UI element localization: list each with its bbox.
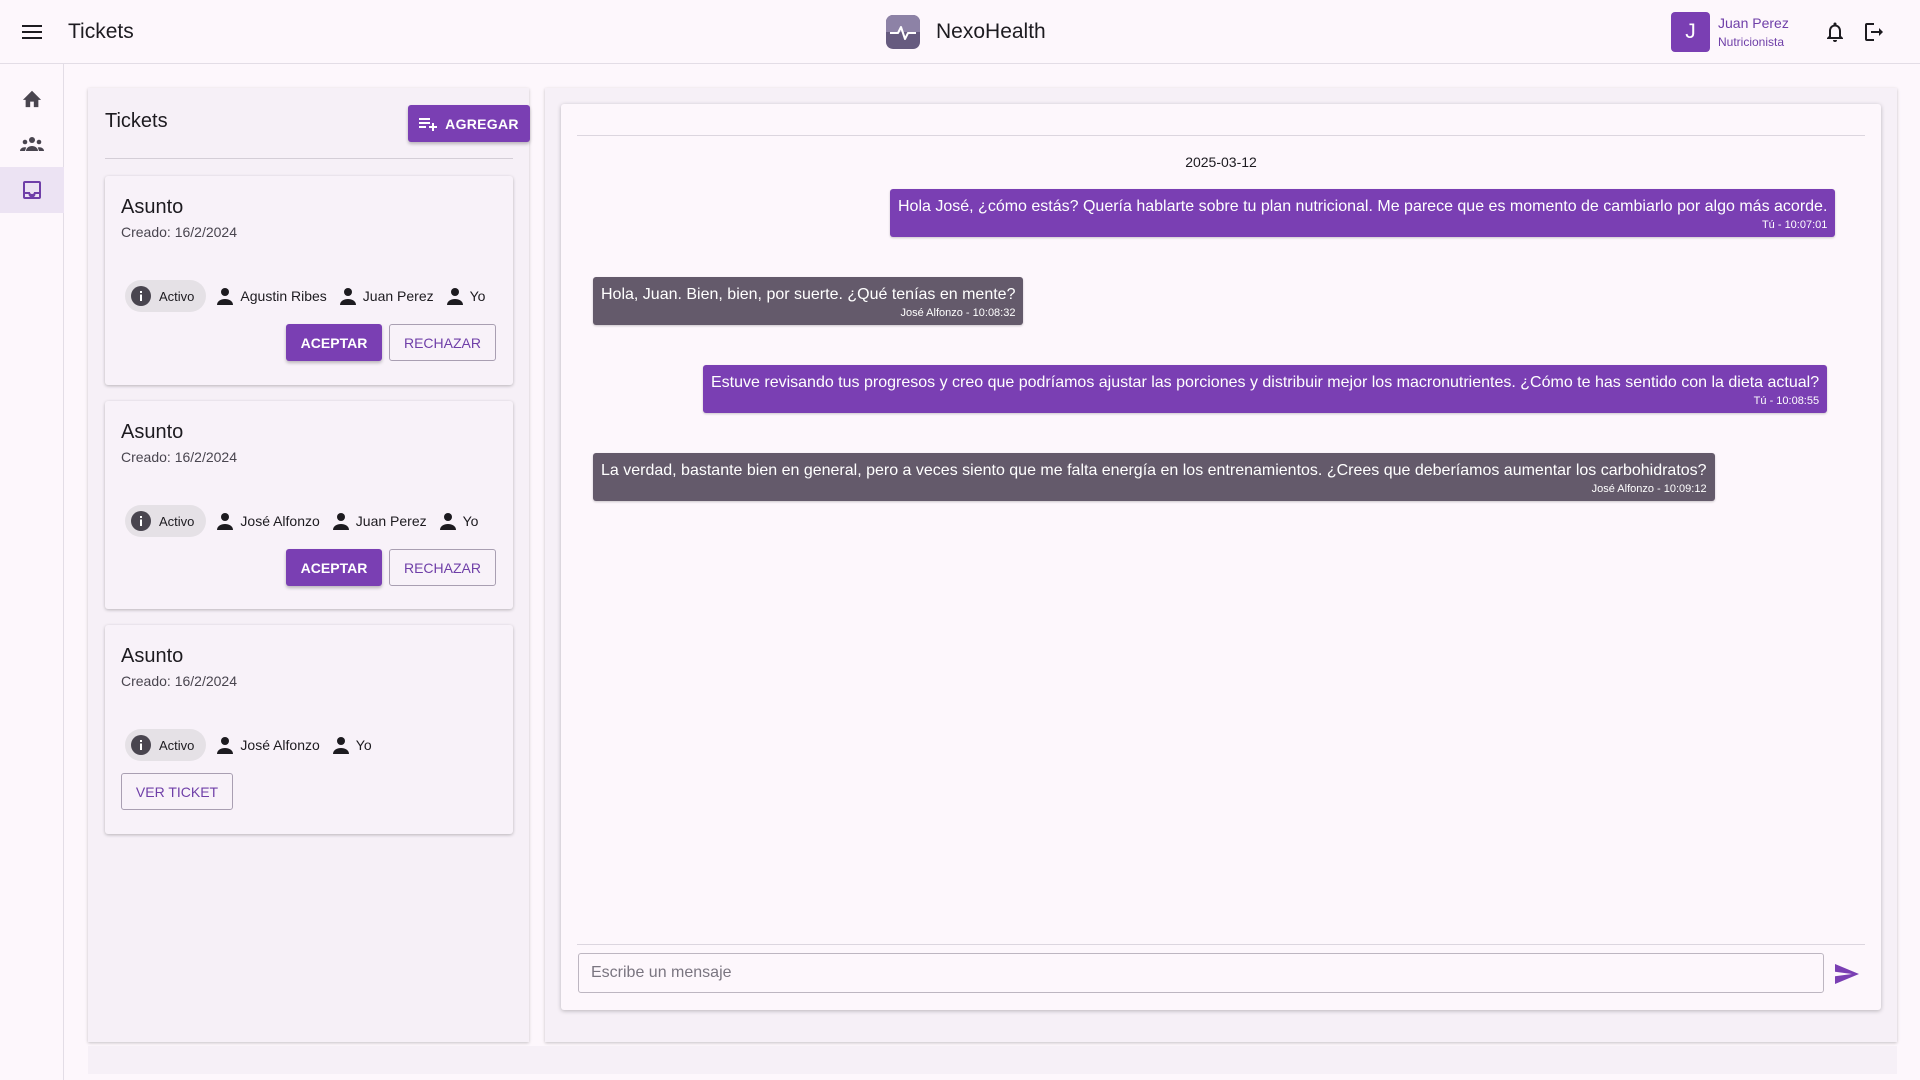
participant: Juan Perez [332,512,427,530]
ticket-created-date: Creado: 16/2/2024 [121,224,237,240]
add-ticket-label: AGREGAR [445,115,519,132]
tickets-title: Tickets [105,110,168,132]
ticket-card[interactable]: Asunto Creado: 16/2/2024 Activo Agustin … [105,176,513,385]
ticket-subject: Asunto [121,645,184,667]
status-label: Activo [159,737,195,753]
participant-name: José Alfonzo [240,513,320,529]
status-chip: Activo [125,505,207,537]
ticket-created-date: Creado: 16/2/2024 [121,673,237,689]
person-icon [439,513,456,530]
reject-button[interactable]: RECHAZAR [389,324,496,361]
group-icon [20,137,44,151]
menu-icon[interactable] [18,18,46,46]
participant-name: José Alfonzo [240,737,320,753]
user-name: Juan Perez [1718,15,1789,31]
user-role: Nutricionista [1718,35,1785,49]
participant: Yo [439,512,479,530]
top-app-bar: Tickets NexoHealth J Juan Perez Nutricio… [0,0,1920,64]
bell-icon[interactable] [1823,20,1847,44]
ticket-card[interactable]: Asunto Creado: 16/2/2024 Activo José Alf… [105,625,513,834]
message-text: Hola, Juan. Bien, bien, por suerte. ¿Qué… [601,286,1016,303]
page-title: Tickets [68,20,134,43]
brand-logo-icon [886,15,920,49]
participant-name: Juan Perez [362,288,434,304]
person-icon [332,513,349,530]
logout-icon[interactable] [1862,20,1886,44]
ticket-meta: Activo José Alfonzo Juan Perez Yo [125,505,490,537]
status-label: Activo [159,288,195,304]
status-chip: Activo [125,729,207,761]
tickets-header: Tickets AGREGAR [105,105,530,159]
nav-item-patients[interactable] [0,121,64,167]
participant: José Alfonzo [216,736,320,754]
ticket-subject: Asunto [121,421,184,443]
chat-panel: 2025-03-12 Hola José, ¿cómo estás? Querí… [545,88,1897,1042]
message-meta: Tú - 10:07:01 [1761,219,1828,231]
ticket-meta: Activo José Alfonzo Yo [125,729,384,761]
message-meta: José Alfonzo - 10:08:32 [900,307,1016,319]
message-incoming: La verdad, bastante bien en general, per… [593,453,1715,501]
nav-rail [0,64,64,1080]
ticket-card[interactable]: Asunto Creado: 16/2/2024 Activo José Alf… [105,401,513,609]
home-icon [22,90,42,108]
avatar: J [1671,12,1710,52]
participant: Agustin Ribes [216,287,327,305]
participant: Juan Perez [339,287,434,305]
brand: NexoHealth [886,15,1046,49]
chat-date: 2025-03-12 [1185,154,1257,170]
send-icon[interactable] [1833,961,1861,987]
status-label: Activo [159,513,195,529]
person-icon [332,737,349,754]
status-chip: Activo [125,280,207,312]
message-incoming: Hola, Juan. Bien, bien, por suerte. ¿Qué… [593,277,1024,325]
nav-item-home[interactable] [0,75,64,121]
bottom-strip [88,1046,1897,1074]
chat-card: 2025-03-12 Hola José, ¿cómo estás? Querí… [561,104,1881,1010]
participant-name: Yo [469,288,486,304]
person-icon [217,737,234,754]
add-ticket-button[interactable]: AGREGAR [408,105,530,142]
accept-button[interactable]: ACEPTAR [286,324,382,361]
ticket-meta: Activo Agustin Ribes Juan Perez Yo [125,280,497,312]
ticket-created-date: Creado: 16/2/2024 [121,449,237,465]
nav-item-tickets[interactable] [0,167,64,213]
participant-name: Agustin Ribes [240,288,327,304]
person-icon [339,288,356,305]
info-icon [131,511,151,531]
message-text: Estuve revisando tus progresos y creo qu… [711,374,1820,391]
divider [577,944,1865,945]
divider [577,135,1865,136]
tickets-panel: Tickets AGREGAR Asunto Creado: 16/2/2024… [88,88,530,1042]
message-meta: José Alfonzo - 10:09:12 [1591,483,1707,495]
person-icon [217,513,234,530]
participant-name: Yo [462,513,479,529]
accept-button[interactable]: ACEPTAR [286,549,382,586]
info-icon [131,735,151,755]
playlist-add-icon [419,117,438,131]
message-meta: Tú - 10:08:55 [1753,395,1820,407]
message-outgoing: Estuve revisando tus progresos y creo qu… [703,365,1828,413]
brand-name: NexoHealth [936,20,1046,43]
person-icon [217,288,234,305]
view-ticket-button[interactable]: VER TICKET [121,773,233,810]
inbox-icon [23,181,41,199]
participant-name: Juan Perez [355,513,427,529]
participant-name: Yo [355,737,372,753]
user-menu[interactable]: J Juan Perez Nutricionista [1671,12,1789,52]
participant: Yo [446,287,486,305]
participant: José Alfonzo [216,512,320,530]
reject-button[interactable]: RECHAZAR [389,549,496,586]
message-outgoing: Hola José, ¿cómo estás? Quería hablarte … [890,189,1836,237]
info-icon [131,286,151,306]
participant: Yo [332,736,372,754]
message-input[interactable] [578,953,1824,993]
message-text: La verdad, bastante bien en general, per… [601,462,1707,479]
message-text: Hola José, ¿cómo estás? Quería hablarte … [898,198,1828,215]
person-icon [446,288,463,305]
ticket-subject: Asunto [121,196,184,218]
